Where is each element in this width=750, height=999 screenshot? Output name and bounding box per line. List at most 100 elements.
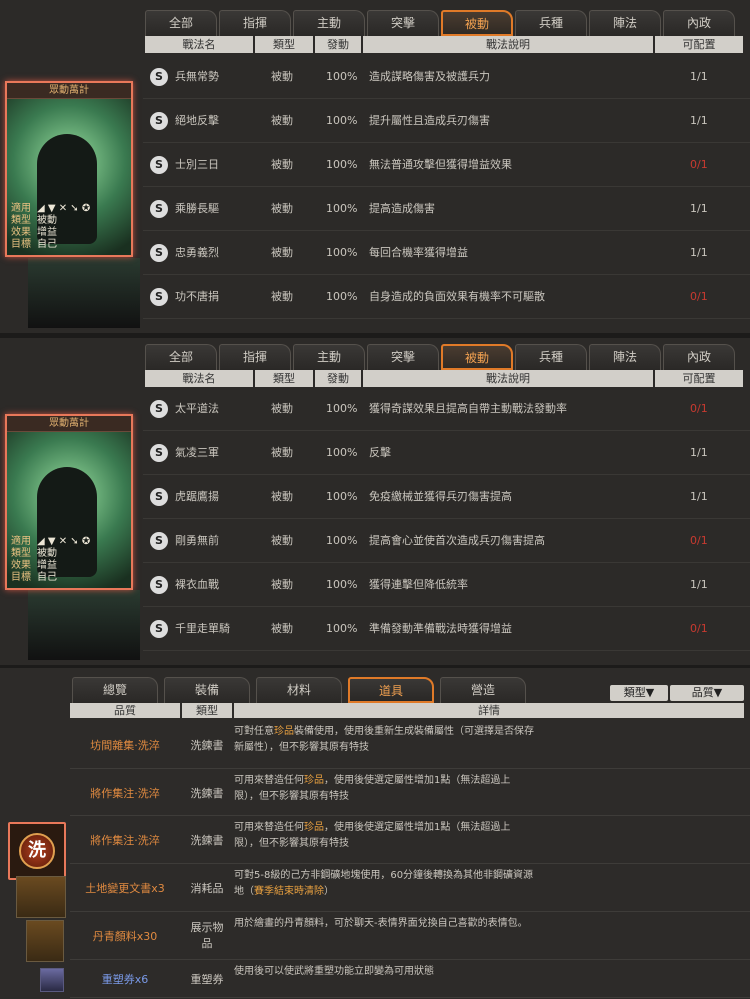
tab-7[interactable]: 內政: [663, 344, 735, 370]
tactic-config: 0/1: [690, 534, 708, 547]
item-paint-icon[interactable]: [26, 920, 64, 962]
tactic-desc: 反擊: [369, 446, 391, 459]
tab-3[interactable]: 突擊: [367, 10, 439, 36]
s-rank-icon: S: [150, 576, 168, 594]
card-info: 適用 ◢ ▼ ✕ ➘ ✪ 類型 被動 效果 增益 目標 自己: [11, 536, 90, 584]
tab-2[interactable]: 主動: [293, 344, 365, 370]
header-type: 類型: [255, 36, 313, 53]
item-name: 重塑券x6: [101, 973, 149, 986]
detail-highlight: 珍品: [304, 775, 324, 786]
tab-4[interactable]: 營造: [440, 677, 526, 703]
item-name: 坊間雜集·洗淬: [90, 738, 160, 752]
selected-item-slot[interactable]: 洗: [8, 822, 66, 880]
tab-6[interactable]: 陣法: [589, 344, 661, 370]
item-book-icon[interactable]: [16, 876, 66, 918]
tactic-config: 0/1: [690, 290, 708, 303]
header-detail: 詳情: [234, 703, 744, 718]
header-type: 類型: [255, 370, 313, 387]
tactic-row[interactable]: S 兵無常勢 被動 100% 造成謀略傷害及被護兵力 1/1: [143, 55, 750, 99]
tactic-row[interactable]: S 裸衣血戰 被動 100% 獲得連擊但降低統率 1/1: [143, 563, 750, 607]
tactic-desc: 自身造成的負面效果有機率不可驅散: [369, 290, 545, 303]
tactic-row[interactable]: S 千里走單騎 被動 100% 準備發動準備戰法時獲得增益 0/1: [143, 607, 750, 651]
tactic-row[interactable]: S 虎踞鷹揚 被動 100% 免疫繳械並獲得兵刃傷害提高 1/1: [143, 475, 750, 519]
detail-highlight: 賽季結束時清除: [254, 886, 324, 897]
tactic-row[interactable]: S 忠勇義烈 被動 100% 每回合機率獲得增益 1/1: [143, 231, 750, 275]
item-name: 將作集注·洗淬: [90, 786, 160, 800]
tab-4[interactable]: 被動: [441, 10, 513, 36]
tactic-desc: 獲得連擊但降低統率: [369, 578, 468, 591]
tab-0[interactable]: 全部: [145, 10, 217, 36]
tactic-type: 被動: [271, 402, 293, 415]
tactic-config: 0/1: [690, 402, 708, 415]
tactic-rate: 100%: [326, 158, 358, 171]
tactic-type: 被動: [271, 158, 293, 171]
s-rank-icon: S: [150, 288, 168, 306]
item-coupon-icon[interactable]: [40, 968, 64, 992]
tab-4[interactable]: 被動: [441, 344, 513, 370]
tactic-config: 0/1: [690, 158, 708, 171]
item-detail: 可對任意珍品裝備使用，使用後重新生成裝備屬性（可選擇是否保存新屬性），但不影響其…: [234, 724, 534, 756]
item-type: 展示物品: [190, 921, 224, 950]
s-rank-icon: S: [150, 620, 168, 638]
item-row[interactable]: 土地變更文書x3 消耗品 可對5-8級的己方非鋼礦地塊使用，60分鐘後轉換為其他非鋼…: [70, 864, 750, 912]
tab-0[interactable]: 全部: [145, 344, 217, 370]
tactics-panel-1: 全部 指揮 主動 突擊 被動 兵種 陣法 內政 戰法名 類型 發動 戰法說明 可配置 S 兵無常…: [0, 0, 750, 333]
item-detail: 用於繪畫的丹青顏料，可於聊天-表情界面兌換自己喜歡的表情包。: [234, 916, 534, 932]
tactic-desc: 造成謀略傷害及被護兵力: [369, 70, 490, 83]
item-row[interactable]: 坊間雜集·洗淬 洗鍊書 可對任意珍品裝備使用，使用後重新生成裝備屬性（可選擇是否保存…: [70, 720, 750, 769]
tab-3[interactable]: 突擊: [367, 344, 439, 370]
tab-2[interactable]: 主動: [293, 10, 365, 36]
item-row[interactable]: 重塑券x6 重塑券 使用後可以使武將重塑功能立即變為可用狀態: [70, 960, 750, 998]
tactic-row[interactable]: S 剛勇無前 被動 100% 提高會心並使首次造成兵刃傷害提高 0/1: [143, 519, 750, 563]
tactic-row[interactable]: S 士別三日 被動 100% 無法普通攻擊但獲得增益效果 0/1: [143, 143, 750, 187]
tactic-type: 被動: [271, 446, 293, 459]
s-rank-icon: S: [150, 400, 168, 418]
card-shadow: [28, 590, 140, 660]
wash-icon: 洗: [19, 833, 55, 869]
s-rank-icon: S: [150, 244, 168, 262]
tactic-row[interactable]: S 氣凌三軍 被動 100% 反擊 1/1: [143, 431, 750, 475]
tactic-row[interactable]: S 太平道法 被動 100% 獲得奇謀效果且提高自帶主動戰法發動率 0/1: [143, 387, 750, 431]
item-detail: 可用來替造任何珍品，使用後使選定屬性增加1點（無法超過上限），但不影響其原有特技: [234, 820, 534, 852]
quality-dropdown[interactable]: 品質▼: [670, 685, 744, 701]
tab-7[interactable]: 內政: [663, 10, 735, 36]
tactic-name: 太平道法: [175, 402, 219, 415]
tab-2[interactable]: 材料: [256, 677, 342, 703]
tab-5[interactable]: 兵種: [515, 344, 587, 370]
item-name: 丹青顏料x30: [92, 930, 158, 943]
tactic-config: 1/1: [690, 70, 708, 83]
tab-0[interactable]: 總覽: [72, 677, 158, 703]
tactic-desc: 獲得奇謀效果且提高自帶主動戰法發動率: [369, 402, 567, 415]
tactic-rate: 100%: [326, 202, 358, 215]
tactic-desc: 免疫繳械並獲得兵刃傷害提高: [369, 490, 512, 503]
tactic-row[interactable]: S 絕地反擊 被動 100% 提升屬性且造成兵刃傷害 1/1: [143, 99, 750, 143]
tactic-row[interactable]: S 乘勝長驅 被動 100% 提高造成傷害 1/1: [143, 187, 750, 231]
tactic-type: 被動: [271, 490, 293, 503]
tactic-rate: 100%: [326, 246, 358, 259]
tactic-name: 忠勇義烈: [175, 246, 219, 259]
card-info-line: 效果 增益: [11, 227, 57, 238]
item-row[interactable]: 將作集注·洗淬 洗鍊書 可用來替造任何珍品，使用後使選定屬性增加1點（無法超過上限）…: [70, 769, 750, 816]
tab-3[interactable]: 道具: [348, 677, 434, 703]
item-row[interactable]: 將作集注·洗淬 洗鍊書 可用來替造任何珍品，使用後使選定屬性增加1點（無法超過上限）…: [70, 816, 750, 864]
tab-1[interactable]: 指揮: [219, 10, 291, 36]
s-rank-icon: S: [150, 532, 168, 550]
tactic-card: 眾動萬計 適用 ◢ ▼ ✕ ➘ ✪ 類型 被動 效果 增益 目標 自己: [5, 81, 133, 257]
tab-1[interactable]: 指揮: [219, 344, 291, 370]
detail-text: 可用來替造任何: [234, 775, 304, 786]
item-row[interactable]: 丹青顏料x30 展示物品 用於繪畫的丹青顏料，可於聊天-表情界面兌換自己喜歡的表情包…: [70, 912, 750, 960]
tactic-desc: 提高會心並使首次造成兵刃傷害提高: [369, 534, 545, 547]
tactic-name: 士別三日: [175, 158, 219, 171]
tactic-row[interactable]: S 功不唐捐 被動 100% 自身造成的負面效果有機率不可驅散 0/1: [143, 275, 750, 319]
tab-6[interactable]: 陣法: [589, 10, 661, 36]
header-quality: 品質: [70, 703, 180, 718]
tab-1[interactable]: 裝備: [164, 677, 250, 703]
tactic-config: 1/1: [690, 490, 708, 503]
tab-5[interactable]: 兵種: [515, 10, 587, 36]
type-dropdown[interactable]: 類型▼: [610, 685, 668, 701]
item-type: 洗鍊書: [190, 786, 224, 800]
tactic-tabs: 全部 指揮 主動 突擊 被動 兵種 陣法 內政: [145, 10, 750, 36]
tactic-name: 氣凌三軍: [175, 446, 219, 459]
tactic-desc: 每回合機率獲得增益: [369, 246, 468, 259]
tactic-name: 虎踞鷹揚: [175, 490, 219, 503]
